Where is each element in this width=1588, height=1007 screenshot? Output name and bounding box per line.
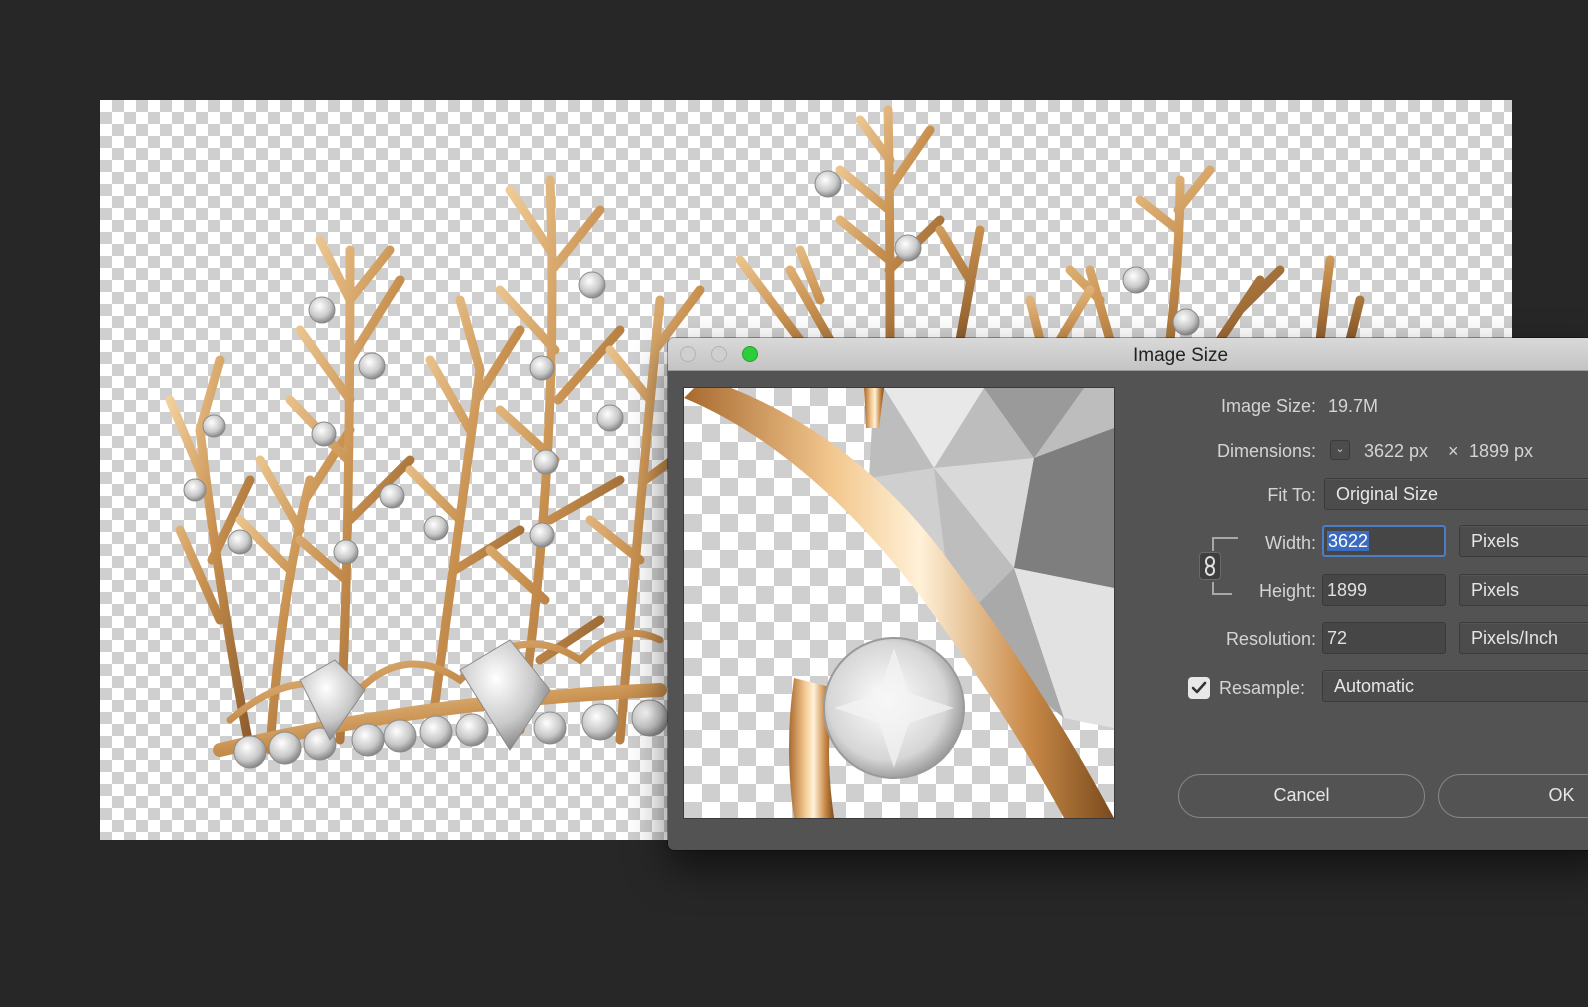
preview-artwork [684, 388, 1114, 818]
resample-checkbox[interactable] [1188, 677, 1210, 699]
image-size-value: 19.7M [1328, 396, 1379, 416]
resample-method-select[interactable]: Automatic [1322, 670, 1588, 702]
ok-button[interactable]: OK [1438, 774, 1588, 818]
fit-to-value: Original Size [1336, 484, 1439, 504]
height-label: Height: [1258, 581, 1316, 601]
checkmark-icon [1191, 681, 1207, 694]
resolution-label: Resolution: [1225, 629, 1316, 649]
width-input-value: 3622 [1327, 531, 1370, 551]
fit-to-label: Fit To: [1267, 485, 1316, 505]
height-unit-select[interactable]: Pixels [1459, 574, 1588, 606]
resample-label: Resample: [1219, 678, 1306, 698]
resolution-unit-select[interactable]: Pixels/Inch [1459, 622, 1588, 654]
dimensions-height-value: 1899 px [1469, 441, 1534, 461]
fit-to-select[interactable]: Original Size [1324, 478, 1588, 510]
link-constrain-icon[interactable] [1199, 552, 1221, 580]
width-input[interactable]: 3622 [1322, 525, 1446, 557]
chevron-down-icon: ⌄ [1335, 443, 1345, 455]
cancel-button[interactable]: Cancel [1178, 774, 1425, 818]
width-label: Width: [1264, 533, 1316, 553]
image-preview[interactable] [683, 387, 1115, 819]
dialog-titlebar[interactable]: Image Size [668, 338, 1588, 371]
dimensions-units-menu[interactable]: ⌄ [1330, 440, 1350, 460]
dimensions-times-sign: × [1448, 441, 1459, 461]
resample-method-value: Automatic [1334, 676, 1415, 696]
width-unit-select[interactable]: Pixels [1459, 525, 1588, 557]
dimensions-label: Dimensions: [1216, 441, 1316, 461]
image-size-dialog: Image Size Image Size: 19.7M Dimensions:… [668, 338, 1588, 850]
height-unit-value: Pixels [1471, 580, 1520, 600]
resolution-unit-value: Pixels/Inch [1471, 628, 1559, 648]
height-input-value: 1899 [1327, 580, 1368, 600]
width-unit-value: Pixels [1471, 531, 1520, 551]
resolution-input-value: 72 [1327, 628, 1348, 648]
dialog-title: Image Size [1133, 345, 1229, 366]
dimensions-width-value: 3622 px [1364, 441, 1429, 461]
image-size-label: Image Size: [1220, 396, 1316, 416]
resolution-input[interactable]: 72 [1322, 622, 1446, 654]
height-input[interactable]: 1899 [1322, 574, 1446, 606]
